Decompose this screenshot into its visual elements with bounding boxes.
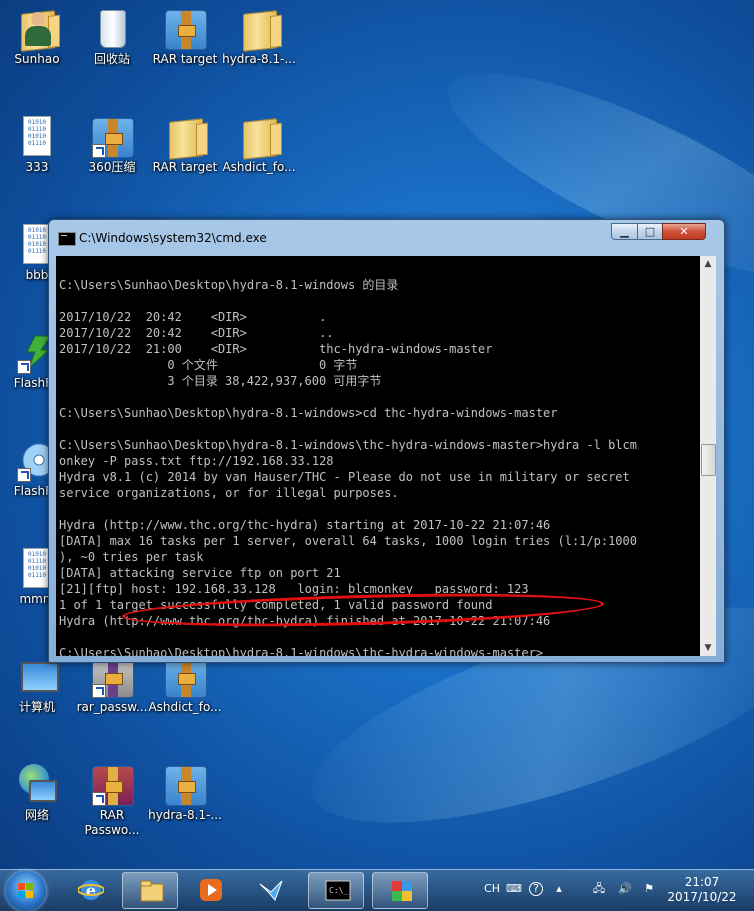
rar-archive-icon: [165, 658, 207, 698]
desktop-icon-label: 网络: [24, 808, 49, 822]
desktop-icon-label: 计算机: [18, 700, 55, 714]
desktop-icon-hydra-rar[interactable]: hydra-8.1-...: [148, 758, 222, 823]
start-button[interactable]: [6, 871, 46, 911]
computer-icon: [21, 662, 59, 692]
taskbar-item-puzzle[interactable]: [372, 872, 428, 909]
desktop-icon-label: RAR target: [152, 52, 218, 66]
shortcut-arrow-icon: [92, 144, 106, 158]
desktop-icon-sunhao[interactable]: Sunhao: [0, 2, 74, 67]
desktop-icon-label: 333: [25, 160, 49, 174]
taskbar-item-explorer[interactable]: [122, 872, 178, 909]
desktop-icon-recycle-bin[interactable]: 回收站: [75, 2, 149, 67]
console-output[interactable]: C:\Users\Sunhao\Desktop\hydra-8.1-window…: [56, 256, 700, 656]
window-titlebar[interactable]: C:\Windows\system32\cmd.exe ▁ □ ✕: [49, 220, 724, 250]
help-icon[interactable]: ?: [529, 882, 543, 896]
desktop-icon-label: hydra-8.1-...: [222, 52, 296, 66]
desktop-icon-label: Ashdict_fo...: [222, 160, 296, 174]
clock-time: 21:07: [684, 875, 720, 889]
taskbar: e C:\_ CH ⌨ ? ▴ 🖧 🔊 ⚑ 21:07 2017/10/22: [0, 869, 754, 911]
desktop-icon-hydra-folder[interactable]: hydra-8.1-...: [222, 2, 296, 67]
shortcut-arrow-icon: [17, 360, 31, 374]
user-icon: [25, 12, 51, 46]
desktop-icon-label: 360压缩: [88, 160, 136, 174]
taskbar-item-ie[interactable]: e: [62, 872, 118, 909]
action-center-flag-icon[interactable]: ⚑: [642, 882, 656, 896]
vertical-scrollbar[interactable]: ▲ ▼: [700, 256, 716, 656]
desktop-icon-360zip[interactable]: 360压缩: [75, 110, 149, 175]
svg-text:e: e: [86, 881, 96, 900]
clock-date: 2017/10/22: [667, 890, 737, 904]
desktop-icon-label: RAR Passwo...: [84, 808, 140, 837]
network-status-icon[interactable]: 🖧: [592, 882, 606, 896]
close-button[interactable]: ✕: [662, 223, 706, 240]
media-player-icon: [198, 878, 224, 902]
keyboard-icon[interactable]: ⌨: [506, 882, 522, 896]
desktop-icon-ashdict-folder[interactable]: Ashdict_fo...: [222, 110, 296, 175]
desktop-icon-label: Sunhao: [14, 52, 60, 66]
folder-icon: [243, 118, 277, 160]
svg-text:C:\_: C:\_: [329, 886, 348, 895]
windows-logo-icon: [18, 883, 34, 899]
volume-icon[interactable]: 🔊: [618, 882, 632, 896]
cmd-icon: [58, 232, 76, 246]
desktop-icon-rar-target-folder[interactable]: RAR target: [148, 110, 222, 175]
file-explorer-icon: [139, 879, 165, 903]
minimize-button[interactable]: ▁: [611, 223, 638, 240]
scroll-up-arrow-icon[interactable]: ▲: [700, 256, 716, 272]
binary-file-icon: 01010 01110 01010 01110: [23, 116, 51, 156]
shortcut-arrow-icon: [92, 792, 106, 806]
desktop-icon-label: rar_passw...: [76, 700, 148, 714]
taskbar-item-media[interactable]: [182, 872, 238, 909]
scroll-down-arrow-icon[interactable]: ▼: [700, 640, 716, 656]
desktop-icon-label: Ashdict_fo...: [148, 700, 222, 714]
scroll-thumb[interactable]: [701, 444, 716, 476]
internet-explorer-icon: e: [77, 878, 105, 902]
puzzle-app-icon: [389, 879, 415, 903]
desktop-icon-333[interactable]: 01010 01110 01010 01110 333: [0, 110, 74, 175]
clock[interactable]: 21:07 2017/10/22: [660, 875, 744, 905]
folder-icon: [169, 118, 203, 160]
shortcut-arrow-icon: [92, 684, 106, 698]
network-monitor-icon: [29, 780, 57, 802]
binary-file-icon: 01010 01110 01010 01110: [23, 224, 51, 264]
desktop-icon-label: RAR target: [152, 160, 218, 174]
show-hidden-icons-icon[interactable]: ▴: [552, 882, 566, 896]
desktop-icon-network[interactable]: 网络: [0, 758, 74, 823]
taskbar-item-cmd[interactable]: C:\_: [308, 872, 364, 909]
recycle-bin-icon: [100, 10, 126, 48]
desktop-icon-label: hydra-8.1-...: [148, 808, 222, 822]
desktop-icon-rar-target[interactable]: RAR target: [148, 2, 222, 67]
shortcut-arrow-icon: [17, 468, 31, 482]
window-title: C:\Windows\system32\cmd.exe: [79, 231, 267, 245]
binary-file-icon: 01010 01110 01010 01110: [23, 548, 51, 588]
cmd-window[interactable]: C:\Windows\system32\cmd.exe ▁ □ ✕ C:\Use…: [48, 219, 725, 663]
taskbar-item-bird[interactable]: [242, 872, 298, 909]
bird-app-icon: [258, 878, 284, 902]
rar-archive-icon: [165, 10, 207, 50]
maximize-button[interactable]: □: [637, 223, 663, 240]
desktop-icon-rar-password-2[interactable]: RAR Passwo...: [75, 758, 149, 838]
rar-archive-icon: [165, 766, 207, 806]
folder-icon: [243, 10, 277, 52]
desktop-icon-label: 回收站: [93, 52, 130, 66]
cmd-icon: C:\_: [325, 879, 351, 903]
language-indicator[interactable]: CH: [483, 882, 501, 896]
